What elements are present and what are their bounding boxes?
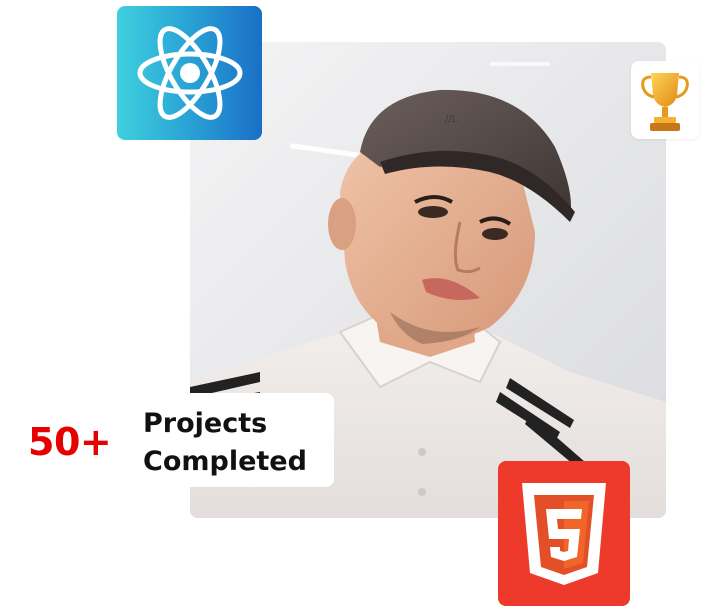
projects-label: Projects xyxy=(143,408,268,439)
html5-badge xyxy=(498,461,630,606)
html5-logo-icon xyxy=(522,482,606,585)
completed-label: Completed xyxy=(143,446,307,477)
projects-completed-card: Projects Completed xyxy=(134,393,334,487)
react-badge xyxy=(117,6,262,140)
svg-text://L: //L xyxy=(445,114,458,125)
projects-count: 50+ xyxy=(28,420,112,464)
react-logo-icon xyxy=(137,26,242,120)
hero-visual: //L 50+ Projects Completed xyxy=(0,0,707,612)
trophy-icon xyxy=(641,73,689,131)
trophy-badge xyxy=(631,61,699,139)
